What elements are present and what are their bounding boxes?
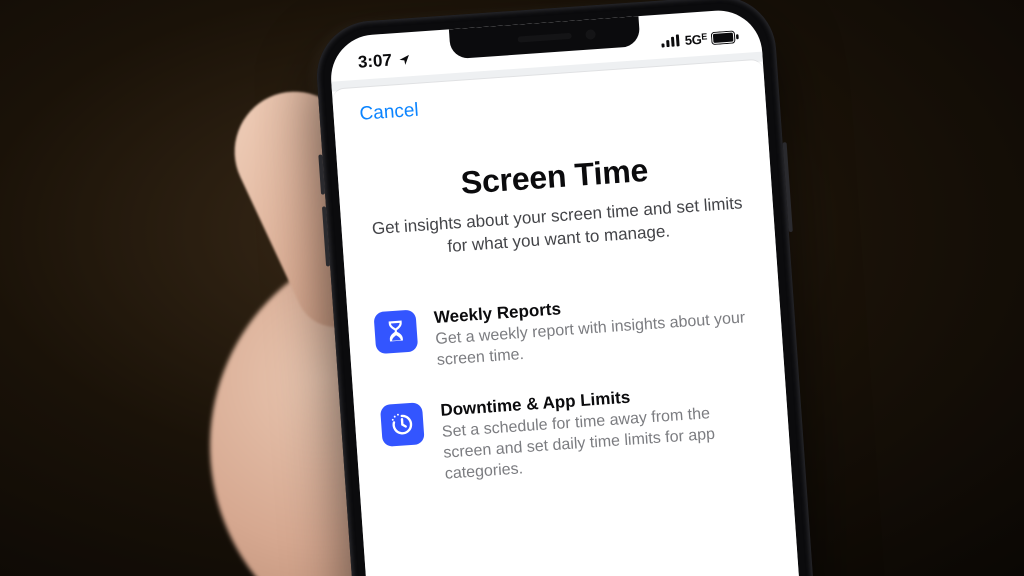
- feature-downtime-app-limits: Downtime & App Limits Set a schedule for…: [380, 379, 765, 490]
- feature-weekly-reports: Weekly Reports Get a weekly report with …: [373, 286, 757, 376]
- power-button: [783, 142, 793, 232]
- hourglass-icon: [373, 309, 418, 354]
- cancel-button[interactable]: Cancel: [359, 98, 420, 128]
- battery-icon: [711, 30, 740, 45]
- feature-list: Weekly Reports Get a weekly report with …: [373, 286, 764, 490]
- network-label: 5GE: [684, 31, 707, 48]
- location-icon: [397, 53, 411, 67]
- downtime-icon: [380, 403, 425, 448]
- cellular-signal-icon: [660, 34, 681, 47]
- screen-time-sheet: Cancel Screen Time Get insights about yo…: [332, 60, 802, 576]
- status-time: 3:07: [357, 50, 392, 72]
- phone: 3:07 5GE: [313, 0, 817, 576]
